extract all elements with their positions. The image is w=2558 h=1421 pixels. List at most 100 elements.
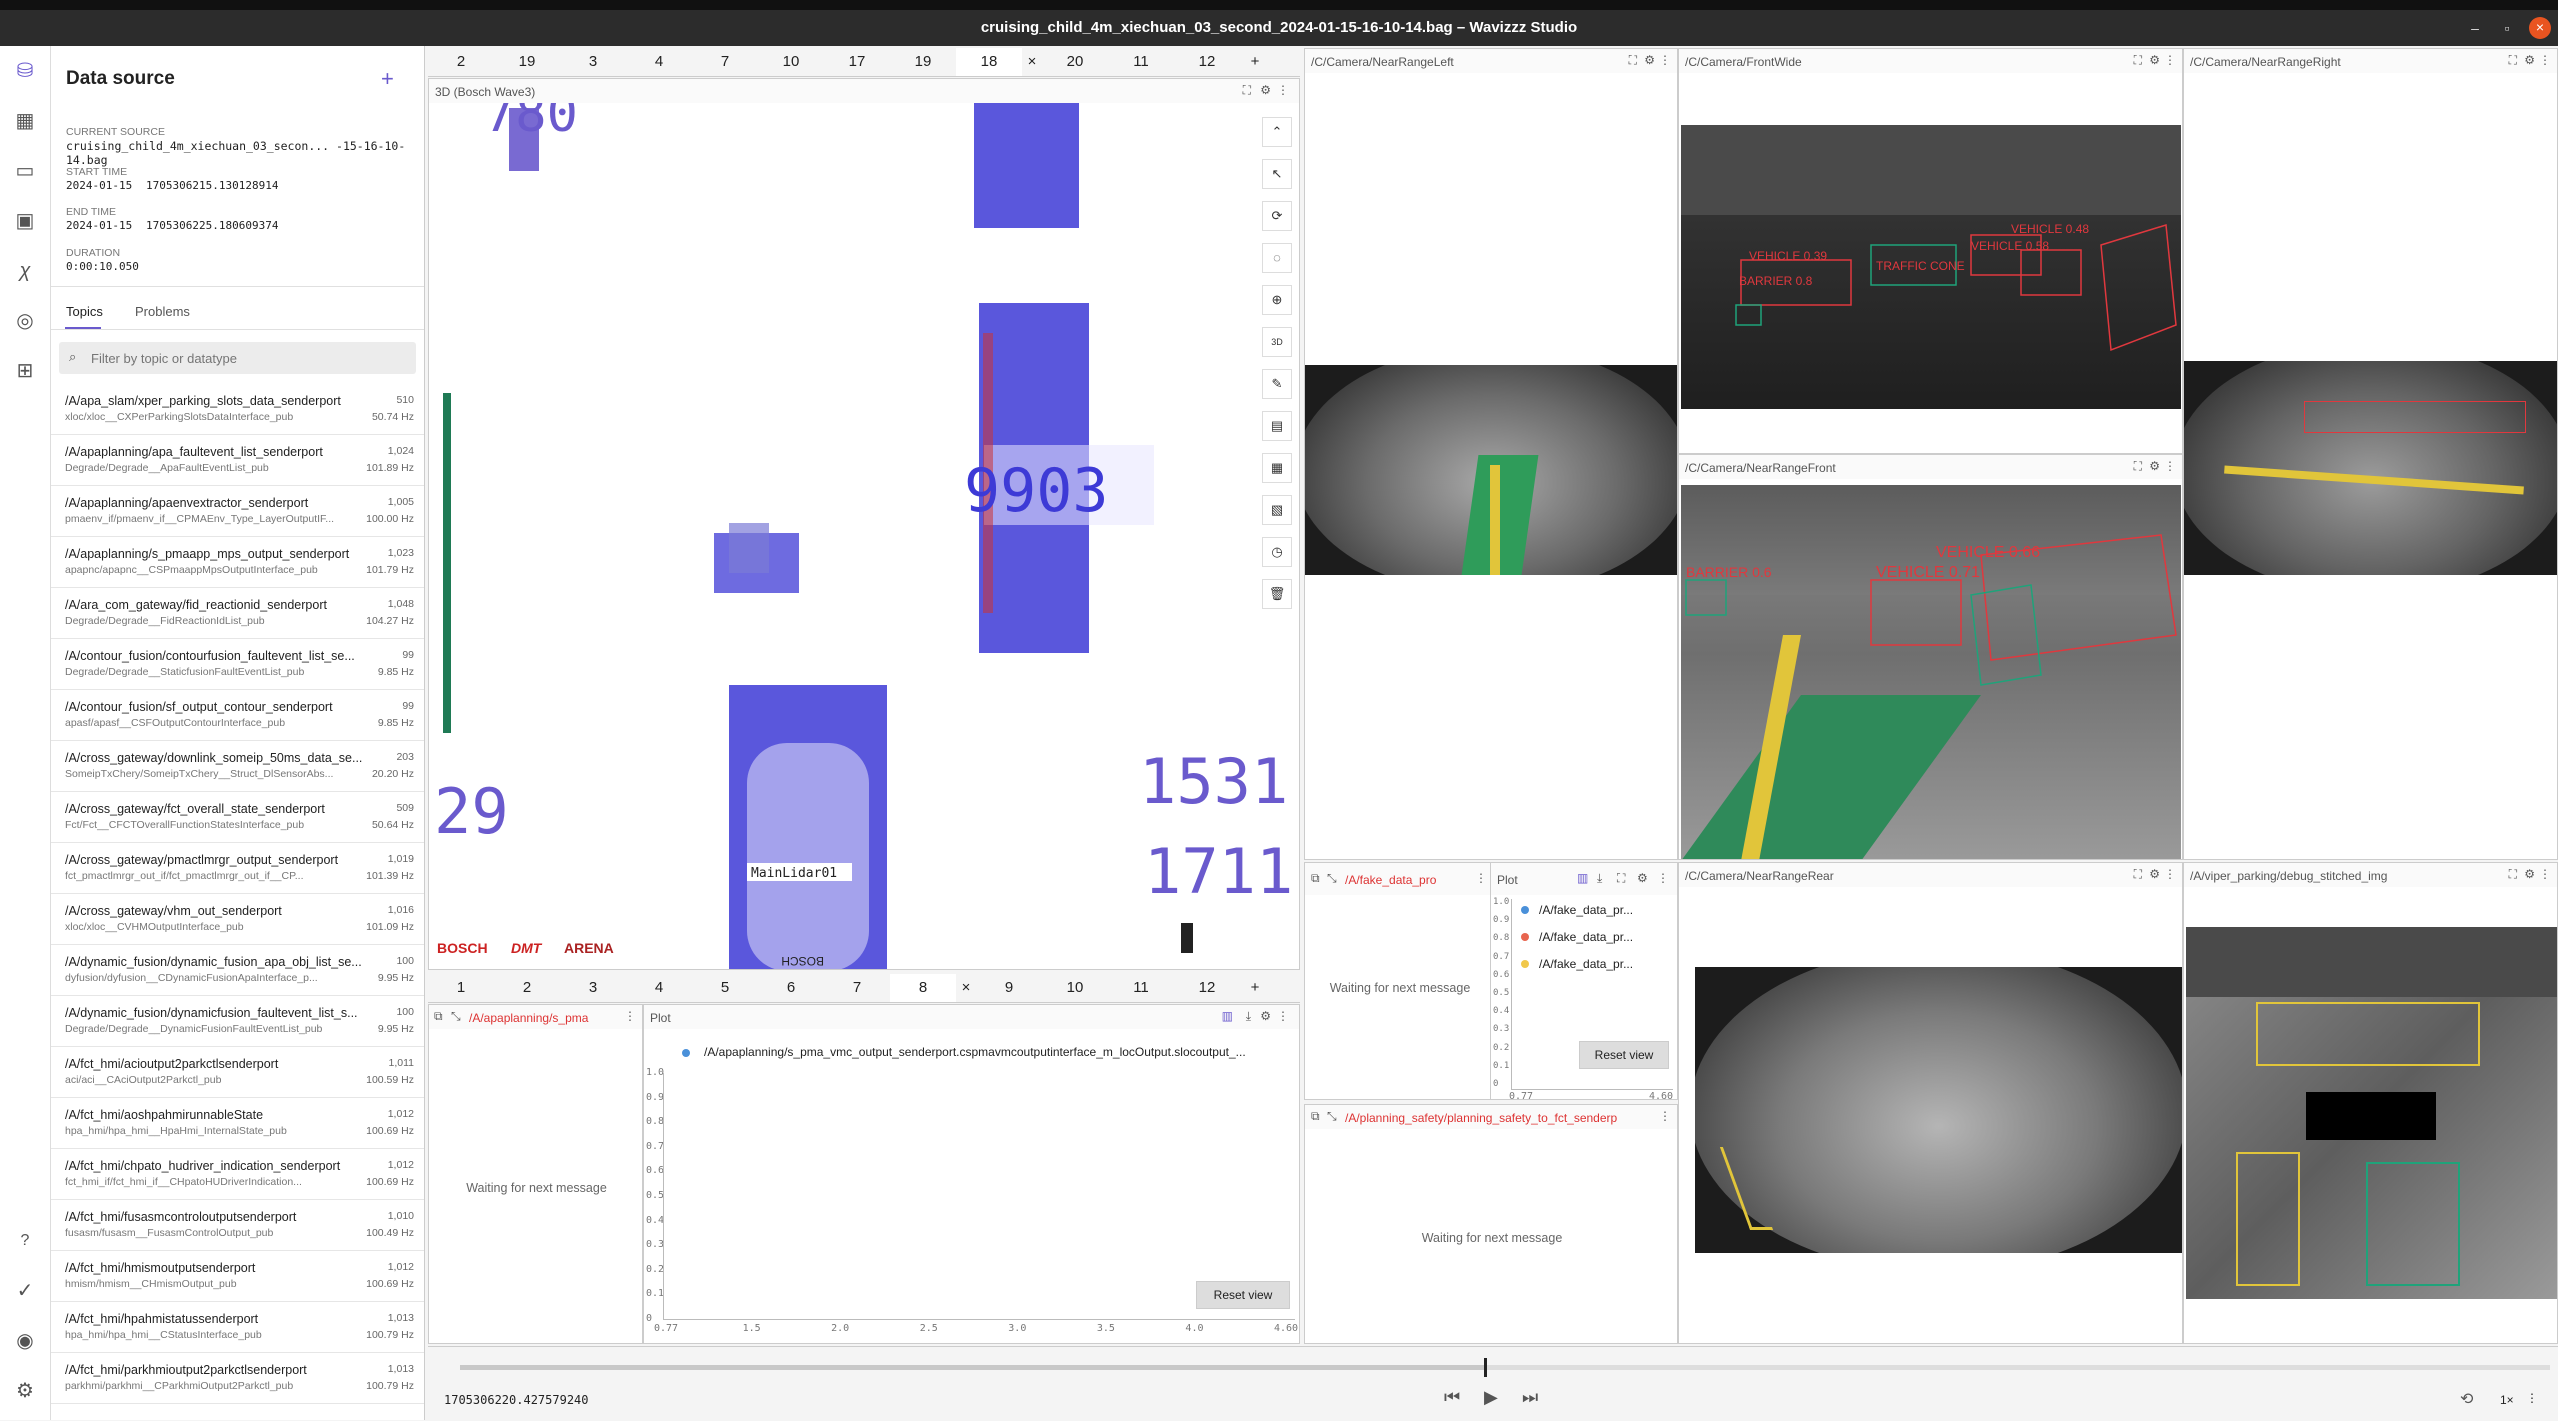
layout-tab[interactable]: 5 xyxy=(692,974,758,1002)
clock-icon[interactable]: ◷ xyxy=(1262,537,1292,567)
topic-row[interactable]: /A/cross_gateway/vhm_out_senderport xloc/… xyxy=(51,894,424,945)
layout-tab[interactable]: 10 xyxy=(1042,974,1108,1002)
reset-view-button[interactable]: Reset view xyxy=(1196,1281,1290,1309)
layout-tab[interactable]: 19 xyxy=(890,48,956,76)
timeline-scrubber[interactable] xyxy=(1484,1358,1488,1377)
layouts-icon[interactable]: ▦ xyxy=(10,106,40,136)
plot-legend-entry[interactable]: /A/fake_data_pr... xyxy=(1521,930,1671,944)
layout-tab[interactable]: 17 xyxy=(824,48,890,76)
layout-tab[interactable]: 20 xyxy=(1042,48,1108,76)
layout-tab[interactable]: 4 xyxy=(626,48,692,76)
topic-row[interactable]: /A/apaplanning/apa_faultevent_list_sende… xyxy=(51,435,424,486)
minimize-icon[interactable]: – xyxy=(2465,18,2485,38)
account-icon[interactable]: ◉ xyxy=(10,1326,40,1356)
reset-view-button[interactable]: Reset view xyxy=(1579,1041,1669,1069)
topic-row[interactable]: /A/ara_com_gateway/fid_reactionid_sender… xyxy=(51,588,424,639)
variables-icon[interactable]: χ xyxy=(10,256,40,286)
plot-legend-entry[interactable]: /A/fake_data_pr... xyxy=(1521,903,1671,917)
gear-icon[interactable]: ⚙ xyxy=(2149,459,2160,473)
plot-legend-entry[interactable]: /A/fake_data_pr... xyxy=(1521,957,1671,971)
layout-tab[interactable]: 6 xyxy=(758,974,824,1002)
fullscreen-icon[interactable]: ⛶ xyxy=(2509,53,2517,68)
topic-row[interactable]: /A/apaplanning/apaenvextractor_senderpor… xyxy=(51,486,424,537)
collapse-toolbar-icon[interactable]: ⌃ xyxy=(1262,117,1292,147)
topic-row[interactable]: /A/fct_hmi/hpahmistatussenderport hpa_hmi… xyxy=(51,1302,424,1353)
fullscreen-icon[interactable]: ⛶ xyxy=(1629,53,1637,68)
more-icon[interactable]: ⋮ xyxy=(1659,53,1671,67)
layout-tab[interactable]: 18 xyxy=(956,48,1022,76)
network-icon[interactable]: ◎ xyxy=(10,306,40,336)
add-panel-icon[interactable]: ⊞ xyxy=(10,356,40,386)
camera-topic[interactable]: /C/Camera/NearRangeRear xyxy=(1685,869,1834,883)
chart-icon[interactable]: ▥ xyxy=(1222,1009,1233,1023)
current-timestamp[interactable]: 1705306220.427579240 xyxy=(444,1393,589,1407)
fullscreen-icon[interactable]: ⛶ xyxy=(1617,871,1625,886)
more-icon[interactable]: ⋮ xyxy=(2164,459,2176,473)
copy-icon[interactable]: ⧉ xyxy=(1311,1109,1320,1124)
copy-icon[interactable]: ⧉ xyxy=(1311,871,1320,886)
topic-row[interactable]: /A/fct_hmi/fusasmcontroloutputsenderport… xyxy=(51,1200,424,1251)
scene-3d[interactable]: 780 9903 29 1531 1711 MainLidar01 BOSCH … xyxy=(429,103,1300,970)
close-window-icon[interactable]: × xyxy=(2529,17,2551,39)
maximize-icon[interactable]: ▫ xyxy=(2497,18,2517,38)
zoom-icon[interactable]: ⊕ xyxy=(1262,285,1292,315)
layout-tab[interactable]: 11 xyxy=(1108,48,1174,76)
topic-row[interactable]: /A/fct_hmi/parkhmioutput2parkctlsenderpo… xyxy=(51,1353,424,1404)
layout-tab[interactable]: 7 xyxy=(824,974,890,1002)
layout-tab[interactable]: 19 xyxy=(494,48,560,76)
panel-settings-icon[interactable]: ▭ xyxy=(10,156,40,186)
layout-tab[interactable]: 11 xyxy=(1108,974,1174,1002)
gear-icon[interactable]: ⚙ xyxy=(1260,1009,1271,1023)
mouse-icon[interactable]: ◌ xyxy=(1262,243,1292,273)
topic-row[interactable]: /A/cross_gateway/fct_overall_state_sende… xyxy=(51,792,424,843)
more-icon[interactable]: ⋮ xyxy=(2539,53,2551,67)
layout-tab[interactable]: 12 xyxy=(1174,974,1240,1002)
more-icon[interactable]: ⋮ xyxy=(2539,867,2551,881)
more-icon[interactable]: ⋮ xyxy=(1475,871,1487,885)
more-icon[interactable]: ⋮ xyxy=(1277,83,1289,97)
topic-row[interactable]: /A/cross_gateway/downlink_someip_50ms_da… xyxy=(51,741,424,792)
select-tool-icon[interactable]: ↖ xyxy=(1262,159,1292,189)
camera-topic[interactable]: /C/Camera/FrontWide xyxy=(1685,55,1802,69)
layout-tab[interactable]: 1 xyxy=(428,974,494,1002)
close-tab-icon[interactable]: × xyxy=(1022,48,1042,76)
topic-row[interactable]: /A/dynamic_fusion/dynamicfusion_faulteve… xyxy=(51,996,424,1047)
layout-tab[interactable]: 8 xyxy=(890,974,956,1002)
topic-row[interactable]: /A/contour_fusion/contourfusion_faulteve… xyxy=(51,639,424,690)
chart-icon[interactable]: ▥ xyxy=(1577,871,1588,885)
layout-tab[interactable]: 2 xyxy=(494,974,560,1002)
data-source-icon[interactable]: ⛁ xyxy=(10,56,40,86)
map-icon[interactable]: ▤ xyxy=(1262,411,1292,441)
gear-icon[interactable]: ⚙ xyxy=(1644,53,1655,67)
raw-topic-path[interactable]: /A/fake_data_pro xyxy=(1345,873,1436,887)
camera-topic[interactable]: /C/Camera/NearRangeFront xyxy=(1685,461,1836,475)
extensions-icon[interactable]: ▣ xyxy=(10,206,40,236)
fullscreen-icon[interactable]: ⛶ xyxy=(2134,867,2142,882)
gear-icon[interactable]: ⚙ xyxy=(2149,867,2160,881)
topic-row[interactable]: /A/dynamic_fusion/dynamic_fusion_apa_obj… xyxy=(51,945,424,996)
layout-tab[interactable]: 10 xyxy=(758,48,824,76)
add-tab-button[interactable]: + xyxy=(1240,48,1270,76)
settings-icon[interactable]: ⚙ xyxy=(10,1376,40,1406)
playback-speed[interactable]: 1× xyxy=(2500,1393,2514,1407)
ruler-icon[interactable]: ✎ xyxy=(1262,369,1292,399)
layers-icon[interactable]: ▧ xyxy=(1262,495,1292,525)
copy-icon[interactable]: ⧉ xyxy=(434,1009,443,1024)
more-icon[interactable]: ⋮ xyxy=(2164,53,2176,67)
grid-icon[interactable]: ▦ xyxy=(1262,453,1292,483)
close-tab-icon[interactable]: × xyxy=(956,974,976,1002)
expand-icon[interactable]: ⤡ xyxy=(451,1009,461,1024)
help-icon[interactable]: ? xyxy=(10,1226,40,1256)
topic-filter-input[interactable] xyxy=(89,347,408,369)
timeline-track[interactable] xyxy=(460,1358,2550,1377)
download-icon[interactable]: ⤓ xyxy=(1597,871,1602,886)
topic-row[interactable]: /A/apaplanning/s_pmaapp_mps_output_sende… xyxy=(51,537,424,588)
more-icon[interactable]: ⋮ xyxy=(2164,867,2176,881)
skip-forward-icon[interactable]: ⏭ xyxy=(1522,1387,1538,1408)
trash-icon[interactable]: 🗑 xyxy=(1262,579,1292,609)
gear-icon[interactable]: ⚙ xyxy=(2149,53,2160,67)
camera-topic[interactable]: /C/Camera/NearRangeRight xyxy=(2190,55,2341,69)
topic-row[interactable]: /A/apa_slam/xper_parking_slots_data_send… xyxy=(51,384,424,435)
speed-menu-icon[interactable]: ⋮ xyxy=(2526,1391,2538,1405)
fullscreen-icon[interactable]: ⛶ xyxy=(2134,459,2142,474)
